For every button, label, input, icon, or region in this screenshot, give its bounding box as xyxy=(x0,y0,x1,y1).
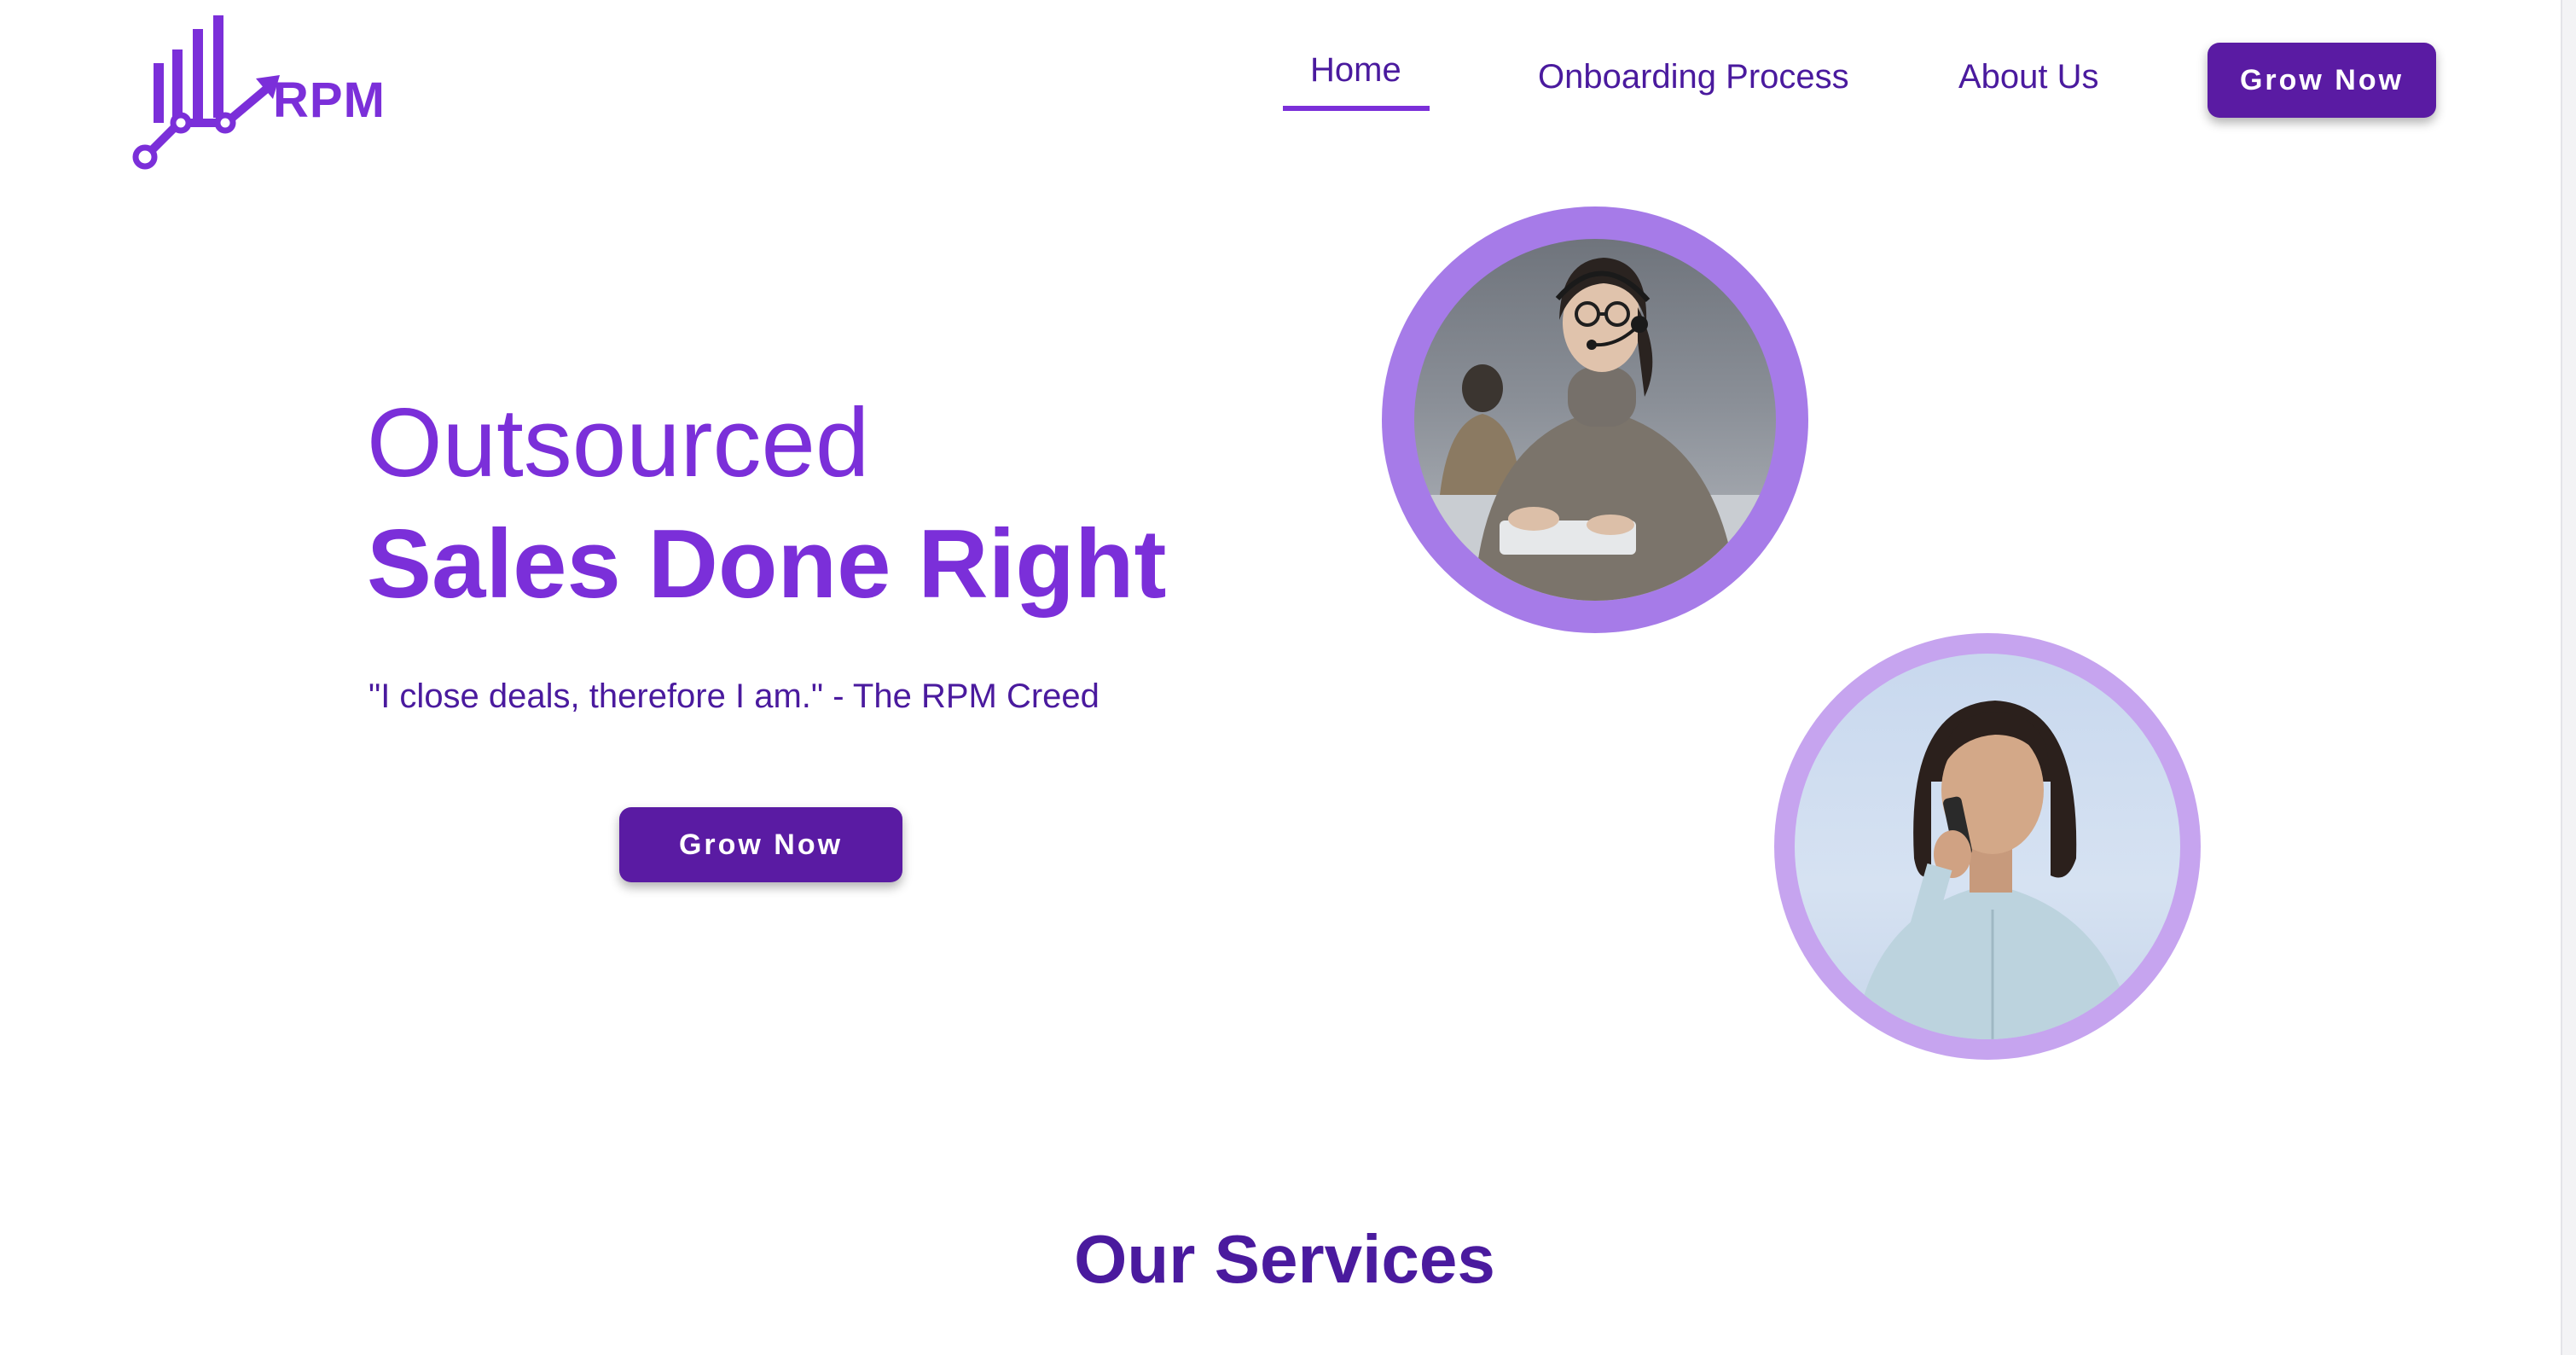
hero-quote: "I close deals, therefore I am." - The R… xyxy=(368,678,1099,715)
nav-item-onboarding-process[interactable]: Onboarding Process xyxy=(1538,58,1849,96)
nav-item-about-us[interactable]: About Us xyxy=(1958,58,2099,96)
woman-with-headset-photo xyxy=(1382,206,1808,633)
window-scrollbar-edge xyxy=(2561,0,2576,1355)
woman-on-phone-photo xyxy=(1774,633,2201,1060)
hero-heading-line2: Sales Done Right xyxy=(367,510,1167,619)
woman-with-headset-illustration xyxy=(1414,258,1776,601)
hero-grow-now-button[interactable]: Grow Now xyxy=(619,807,902,882)
hero-heading-line1: Outsourced xyxy=(367,389,870,497)
nav-active-underline xyxy=(1283,106,1430,111)
page: RPM Home Onboarding Process About Us Gro… xyxy=(0,0,2576,1355)
brand-name: RPM xyxy=(273,73,386,128)
header-grow-now-button[interactable]: Grow Now xyxy=(2208,43,2436,118)
nav-item-home[interactable]: Home xyxy=(1310,51,1401,90)
woman-on-phone-illustration xyxy=(1854,701,2136,1039)
our-services-heading: Our Services xyxy=(1074,1221,1495,1297)
